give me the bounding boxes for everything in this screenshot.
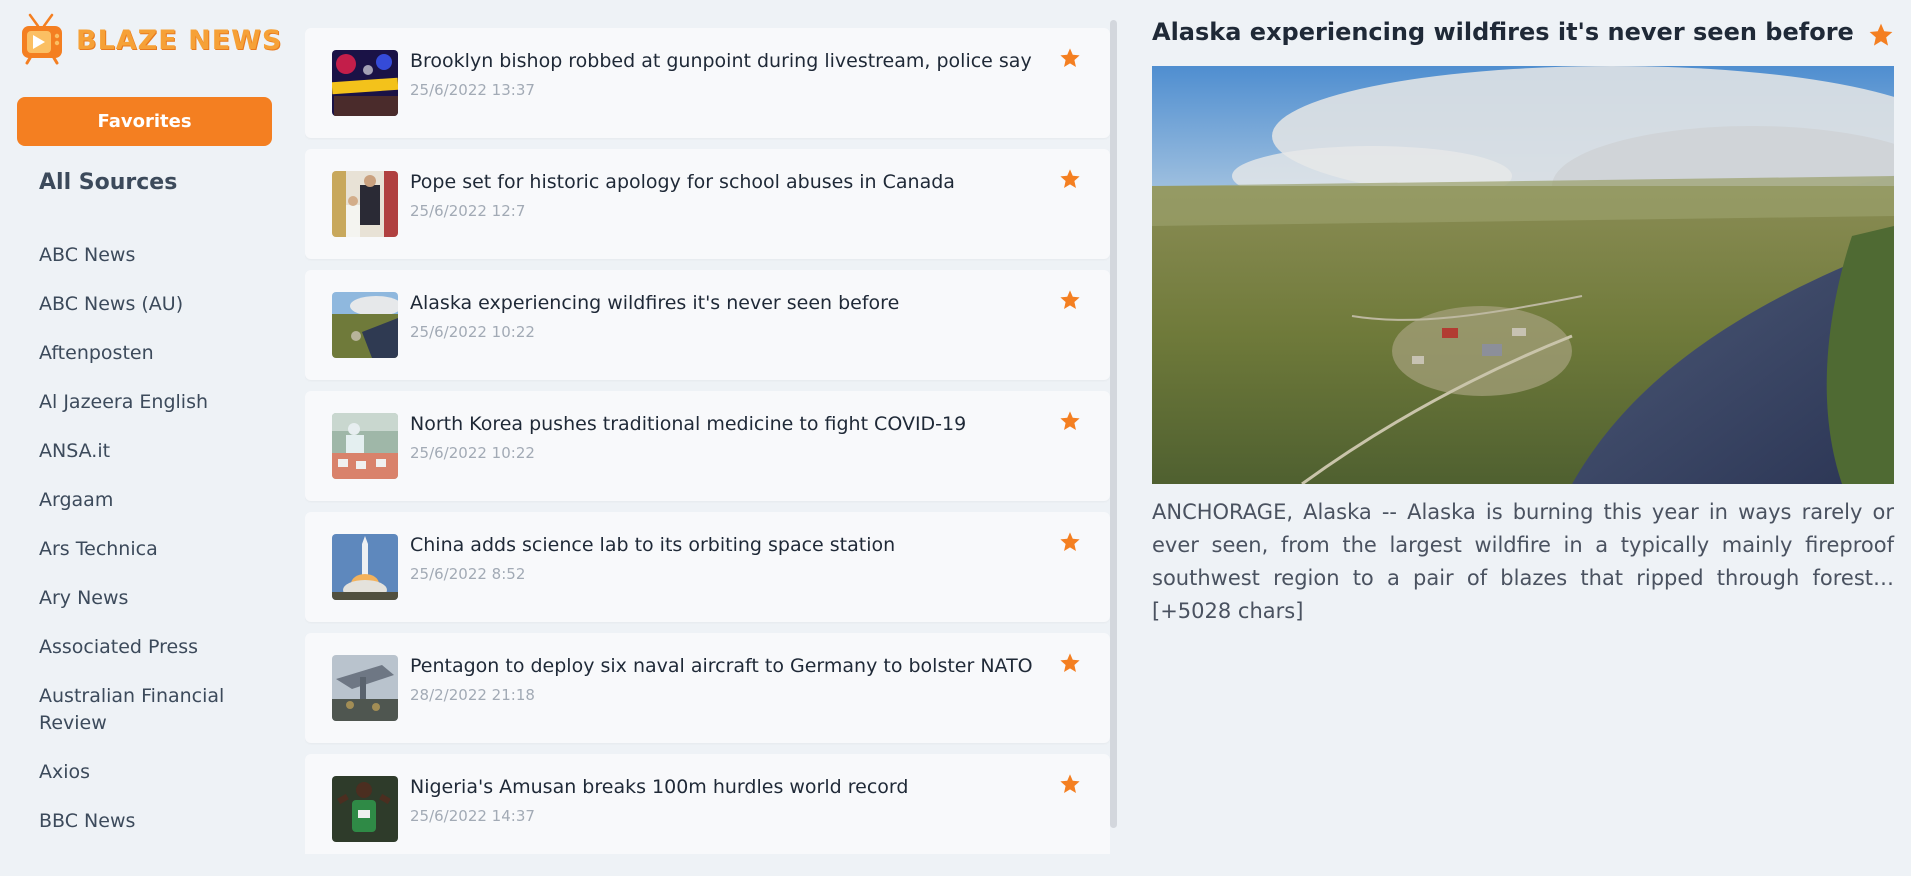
star-icon[interactable] [1059,773,1083,797]
source-item[interactable]: ABC News [39,242,274,269]
brand-name: BLAZE NEWS [76,24,283,56]
source-item[interactable]: Axios [39,759,274,786]
article-thumbnail [332,292,398,358]
star-icon[interactable] [1059,531,1083,555]
article-card[interactable]: Nigeria's Amusan breaks 100m hurdles wor… [305,754,1110,854]
article-date: 25/6/2022 14:37 [410,807,535,825]
brand-logo[interactable]: BLAZE NEWS [20,12,282,68]
source-item[interactable]: Al Jazeera English [39,389,274,416]
star-icon[interactable] [1059,652,1083,676]
article-card[interactable]: North Korea pushes traditional medicine … [305,391,1110,501]
sidebar: BLAZE NEWS Favorites All Sources ABC New… [0,0,290,876]
article-card[interactable]: Pope set for historic apology for school… [305,149,1110,259]
article-title: Brooklyn bishop robbed at gunpoint durin… [410,50,1032,72]
article-title: Pentagon to deploy six naval aircraft to… [410,655,1033,677]
article-date: 25/6/2022 10:22 [410,323,535,341]
article-date: 25/6/2022 12:7 [410,202,526,220]
star-icon[interactable] [1059,410,1083,434]
star-icon[interactable] [1059,168,1083,192]
article-thumbnail [332,50,398,116]
feed-scrollbar[interactable] [1110,20,1117,828]
source-item[interactable]: ABC News (AU) [39,291,274,318]
article-thumbnail [332,534,398,600]
detail-body: ANCHORAGE, Alaska -- Alaska is burning t… [1152,500,1894,623]
article-feed: Brooklyn bishop robbed at gunpoint durin… [305,28,1110,854]
article-title: Nigeria's Amusan breaks 100m hurdles wor… [410,776,909,798]
article-thumbnail [332,655,398,721]
article-title: China adds science lab to its orbiting s… [410,534,896,556]
star-icon[interactable] [1059,47,1083,71]
source-item[interactable]: Argaam [39,487,274,514]
detail-image [1152,66,1894,484]
article-date: 28/2/2022 21:18 [410,686,535,704]
detail-title: Alaska experiencing wildfires it's never… [1152,18,1854,46]
article-date: 25/6/2022 10:22 [410,444,535,462]
article-title: Alaska experiencing wildfires it's never… [410,292,900,314]
star-icon[interactable] [1059,289,1083,313]
source-item[interactable]: Australian Financial Review [39,683,274,737]
article-thumbnail [332,776,398,842]
all-sources-link[interactable]: All Sources [39,170,177,195]
article-card[interactable]: China adds science lab to its orbiting s… [305,512,1110,622]
sources-list: ABC News ABC News (AU) Aftenposten Al Ja… [39,242,274,857]
tv-logo-icon [20,12,72,68]
article-date: 25/6/2022 13:37 [410,81,535,99]
article-thumbnail [332,413,398,479]
article-title: Pope set for historic apology for school… [410,171,955,193]
favorites-button[interactable]: Favorites [17,97,272,146]
source-item[interactable]: Ary News [39,585,274,612]
source-item[interactable]: Ars Technica [39,536,274,563]
source-item[interactable]: Associated Press [39,634,274,661]
article-date: 25/6/2022 8:52 [410,565,526,583]
source-item[interactable]: BBC News [39,808,274,835]
star-icon[interactable] [1868,22,1896,50]
article-card[interactable]: Pentagon to deploy six naval aircraft to… [305,633,1110,743]
article-card[interactable]: Alaska experiencing wildfires it's never… [305,270,1110,380]
article-card[interactable]: Brooklyn bishop robbed at gunpoint durin… [305,28,1110,138]
article-thumbnail [332,171,398,237]
article-title: North Korea pushes traditional medicine … [410,413,967,435]
source-item[interactable]: Aftenposten [39,340,274,367]
source-item[interactable]: ANSA.it [39,438,274,465]
